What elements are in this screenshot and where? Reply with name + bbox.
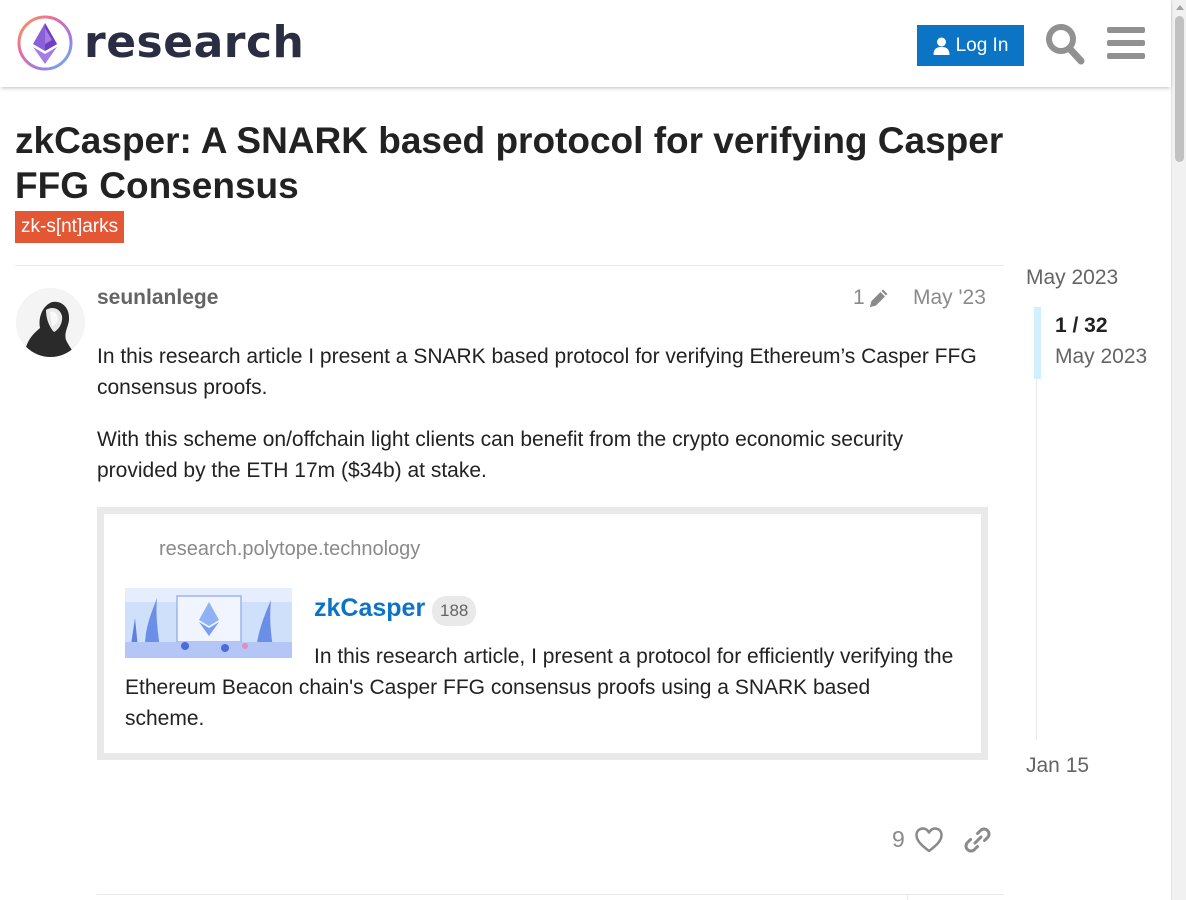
divider [907,894,908,900]
search-icon[interactable] [1045,22,1085,66]
onebox-description: In this research article, I present a pr… [125,645,954,730]
divider [97,894,1004,895]
avatar[interactable] [16,288,85,357]
onebox-source[interactable]: research.polytope.technology [159,538,420,561]
topic-tag[interactable]: zk-s[nt]arks [15,211,125,243]
post-edit-history[interactable]: 1 [853,286,890,310]
timeline-end-date[interactable]: Jan 15 [1026,754,1089,778]
edit-count: 1 [853,286,865,309]
post-paragraph: With this scheme on/offchain light clien… [97,428,904,482]
scrollbar-thumb[interactable] [1175,16,1184,162]
ethereum-logo-icon [17,15,73,71]
login-button[interactable]: Log In [917,25,1024,66]
post-paragraph: In this research article I present a SNA… [97,345,977,399]
link-icon[interactable] [964,826,991,854]
site-logo[interactable]: research [16,14,304,72]
heart-icon[interactable] [915,826,943,854]
pencil-icon [869,289,888,307]
hamburger-menu-icon[interactable] [1107,24,1145,62]
post-username[interactable]: seunlanlege [97,286,218,310]
link-preview-card: research.polytope.technology zkCasper 18… [97,507,988,760]
user-avatar-image [16,288,85,357]
like-count[interactable]: 9 [892,826,905,853]
topic-title[interactable]: zkCasper: A SNARK based protocol for ver… [15,118,1075,208]
user-icon [933,37,950,55]
post-date[interactable]: May '23 [913,286,986,310]
timeline-start-date[interactable]: May 2023 [1026,266,1118,290]
timeline-position: 1 / 32 [1055,314,1108,337]
site-header: research Log In [0,0,1171,87]
page-scrollbar[interactable] [1171,0,1186,900]
login-label: Log In [955,34,1009,56]
divider [15,265,1004,266]
logo-wordmark: research [84,17,305,68]
click-count-badge: 188 [432,596,477,626]
onebox-title-link[interactable]: zkCasper [314,594,425,623]
timeline-current-date: May 2023 [1055,345,1148,368]
timeline-scroller-handle[interactable] [1034,307,1041,379]
scroll-up-arrow-icon[interactable] [1176,5,1184,10]
